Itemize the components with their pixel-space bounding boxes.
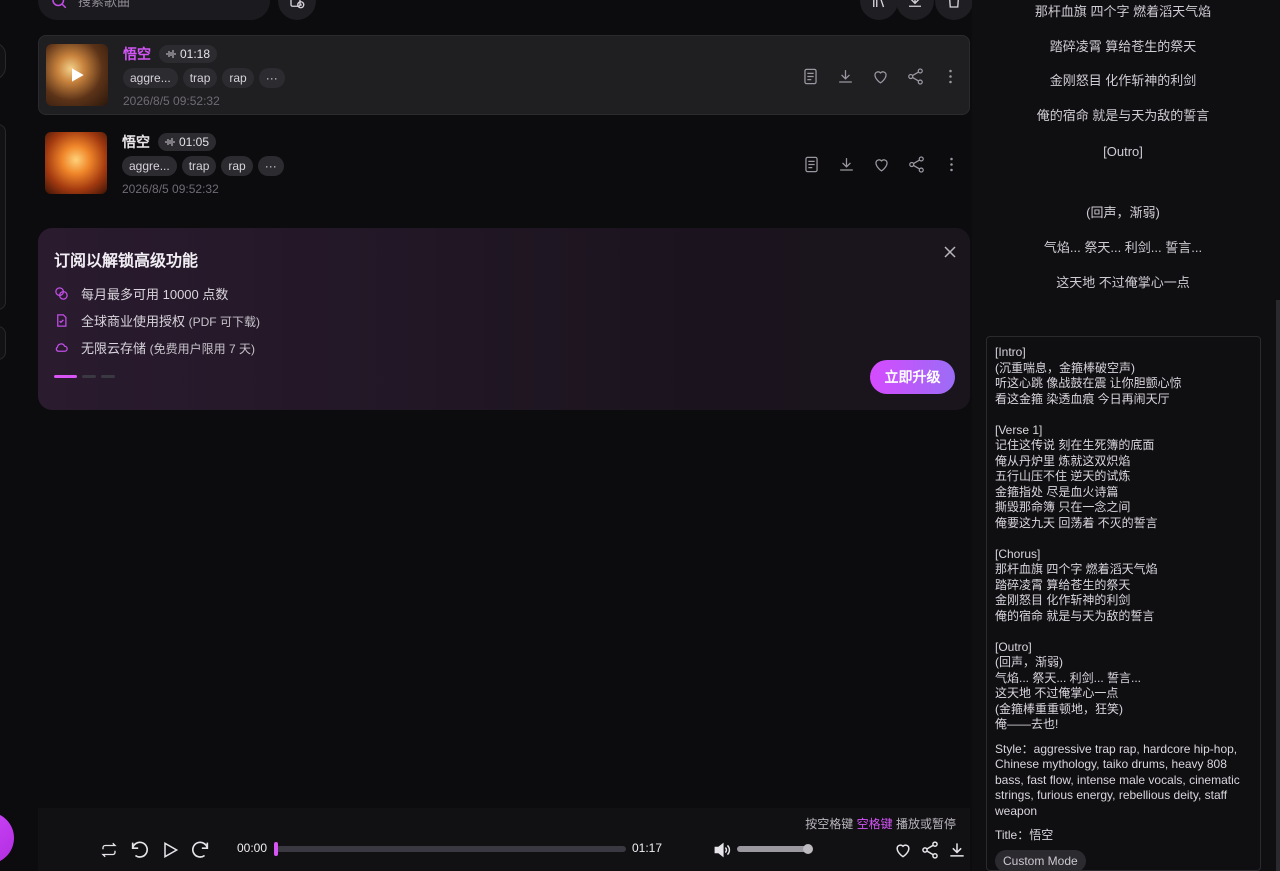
subscription-promo: 订阅以解锁高级功能 每月最多可用 10000 点数 全球商业使用授权 (PDF … bbox=[38, 228, 970, 410]
volume-slider[interactable] bbox=[737, 844, 813, 854]
lyric-line: (回声，渐弱) bbox=[1086, 205, 1160, 220]
heart-icon[interactable] bbox=[870, 66, 891, 87]
lyric-line: 踏碎凌霄 算给苍生的祭天 bbox=[1049, 39, 1197, 54]
duration-text: 01:18 bbox=[180, 47, 211, 61]
history-list-icon bbox=[288, 0, 306, 10]
heart-icon[interactable] bbox=[891, 838, 915, 862]
more-tags[interactable]: ··· bbox=[257, 156, 284, 176]
tag[interactable]: aggre... bbox=[122, 156, 177, 176]
feature-item: 无限云存储 (免费用户限用 7 天) bbox=[54, 334, 260, 361]
tag[interactable]: rap bbox=[221, 156, 253, 176]
volume-icon[interactable] bbox=[710, 838, 734, 862]
tag[interactable]: aggre... bbox=[123, 68, 178, 88]
rewind-15-icon[interactable] bbox=[128, 838, 152, 862]
toolbar bbox=[38, 0, 973, 22]
waveform-icon bbox=[165, 137, 175, 147]
keyboard-hint: 按空格键 空格键 播放或暂停 bbox=[805, 817, 956, 831]
song-title[interactable]: 悟空 bbox=[123, 44, 151, 64]
document-check-icon bbox=[54, 313, 69, 328]
feature-text: 全球商业使用授权 bbox=[81, 314, 186, 329]
more-vertical-icon[interactable] bbox=[940, 66, 961, 87]
mode-badge: Custom Mode bbox=[995, 850, 1086, 870]
prompt-details: [Intro] (沉重喘息，金箍棒破空声) 听这心跳 像战鼓在震 让你胆颤心惊 … bbox=[986, 336, 1261, 871]
cloud-icon bbox=[54, 340, 69, 355]
tag[interactable]: rap bbox=[222, 68, 254, 88]
delete-button[interactable] bbox=[935, 0, 973, 20]
close-icon[interactable] bbox=[944, 246, 956, 258]
progress-bar[interactable] bbox=[274, 842, 626, 856]
download-icon[interactable] bbox=[945, 838, 969, 862]
create-fab-button[interactable] bbox=[0, 812, 14, 864]
main-content: 悟空 01:18 aggre... trap rap ··· 2026/8/5 … bbox=[22, 0, 973, 871]
play-icon[interactable] bbox=[158, 838, 182, 862]
heart-icon[interactable] bbox=[871, 154, 892, 175]
feature-item: 每月最多可用 10000 点数 bbox=[54, 280, 260, 307]
share-icon[interactable] bbox=[906, 154, 927, 175]
lyrics-icon[interactable] bbox=[801, 154, 822, 175]
prompt-title: Title：悟空 bbox=[995, 828, 1054, 842]
download-icon[interactable] bbox=[835, 66, 856, 87]
share-icon[interactable] bbox=[918, 838, 942, 862]
duration-text: 01:05 bbox=[179, 135, 210, 149]
song-row[interactable]: 悟空 01:18 aggre... trap rap ··· 2026/8/5 … bbox=[38, 35, 970, 115]
song-row[interactable]: 悟空 01:05 aggre... trap rap ··· 2026/8/5 … bbox=[38, 124, 970, 204]
duration-badge: 01:05 bbox=[158, 133, 217, 151]
song-date: 2026/8/5 09:52:32 bbox=[123, 94, 220, 108]
forward-15-icon[interactable] bbox=[188, 838, 212, 862]
search-box[interactable] bbox=[38, 0, 270, 20]
song-date: 2026/8/5 09:52:32 bbox=[122, 182, 219, 196]
play-icon[interactable] bbox=[67, 65, 87, 85]
feature-note: (免费用户限用 7 天) bbox=[149, 342, 255, 356]
trash-icon bbox=[945, 0, 963, 10]
song-title[interactable]: 悟空 bbox=[122, 132, 150, 152]
total-time: 01:17 bbox=[632, 841, 663, 855]
download-icon[interactable] bbox=[836, 154, 857, 175]
sidebar-collapsed-item[interactable] bbox=[0, 326, 6, 360]
feature-list: 每月最多可用 10000 点数 全球商业使用授权 (PDF 可下载) 无限云存储… bbox=[54, 280, 260, 361]
share-icon[interactable] bbox=[905, 66, 926, 87]
duration-badge: 01:18 bbox=[159, 45, 218, 63]
history-button[interactable] bbox=[278, 0, 316, 20]
lyric-line: 气焰... 祭天... 利剑... 誓言... bbox=[1043, 240, 1203, 255]
promo-title: 订阅以解锁高级功能 bbox=[54, 253, 199, 270]
progress-knob[interactable] bbox=[274, 842, 278, 856]
waveform-icon bbox=[166, 49, 176, 59]
song-cover[interactable] bbox=[45, 132, 107, 194]
sidebar-collapsed-button[interactable] bbox=[0, 42, 6, 80]
more-tags[interactable]: ··· bbox=[258, 68, 285, 88]
library-button[interactable] bbox=[860, 0, 898, 20]
audio-player: 按空格键 空格键 播放或暂停 00:00 01:17 bbox=[38, 808, 970, 871]
lyric-line: 金刚怒目 化作斩神的利剑 bbox=[1049, 73, 1197, 88]
sidebar-edge bbox=[0, 0, 22, 871]
tag[interactable]: trap bbox=[182, 68, 218, 88]
feature-text: 每月最多可用 10000 点数 bbox=[81, 287, 229, 302]
library-icon bbox=[870, 0, 888, 10]
download-all-button[interactable] bbox=[896, 0, 934, 20]
coins-icon bbox=[54, 286, 69, 301]
song-cover[interactable] bbox=[46, 44, 108, 106]
carousel-dots[interactable] bbox=[54, 375, 115, 378]
feature-text: 无限云存储 bbox=[81, 341, 147, 356]
current-time: 00:00 bbox=[237, 841, 268, 855]
search-input[interactable] bbox=[78, 0, 248, 9]
repeat-icon[interactable] bbox=[97, 838, 121, 862]
prompt-style: Style：aggressive trap rap, hardcore hip-… bbox=[995, 741, 1240, 818]
scrollbar[interactable] bbox=[1276, 300, 1280, 871]
search-icon bbox=[50, 0, 68, 10]
tag[interactable]: trap bbox=[181, 156, 217, 176]
lyric-line: 这天地 不过俺掌心一点 bbox=[1056, 275, 1190, 290]
lyric-line: 俺的宿命 就是与天为敌的誓言 bbox=[1036, 108, 1210, 123]
prompt-lyrics: [Intro] (沉重喘息，金箍棒破空声) 听这心跳 像战鼓在震 让你胆颤心惊 … bbox=[995, 345, 1182, 731]
feature-note: (PDF 可下载) bbox=[188, 315, 260, 329]
lyrics-panel: 那杆血旗 四个字 燃着滔天气焰 踏碎凌霄 算给苍生的祭天 金刚怒目 化作斩神的利… bbox=[972, 0, 1280, 871]
volume-knob[interactable] bbox=[803, 844, 813, 854]
feature-item: 全球商业使用授权 (PDF 可下载) bbox=[54, 307, 260, 334]
lyrics-icon[interactable] bbox=[800, 66, 821, 87]
download-icon bbox=[906, 0, 924, 10]
sidebar-collapsed-panel bbox=[0, 124, 6, 310]
lyric-line: 那杆血旗 四个字 燃着滔天气焰 bbox=[1034, 4, 1212, 19]
more-vertical-icon[interactable] bbox=[941, 154, 962, 175]
lyric-section: [Outro] bbox=[1103, 144, 1143, 159]
upgrade-button[interactable]: 立即升级 bbox=[870, 360, 955, 394]
